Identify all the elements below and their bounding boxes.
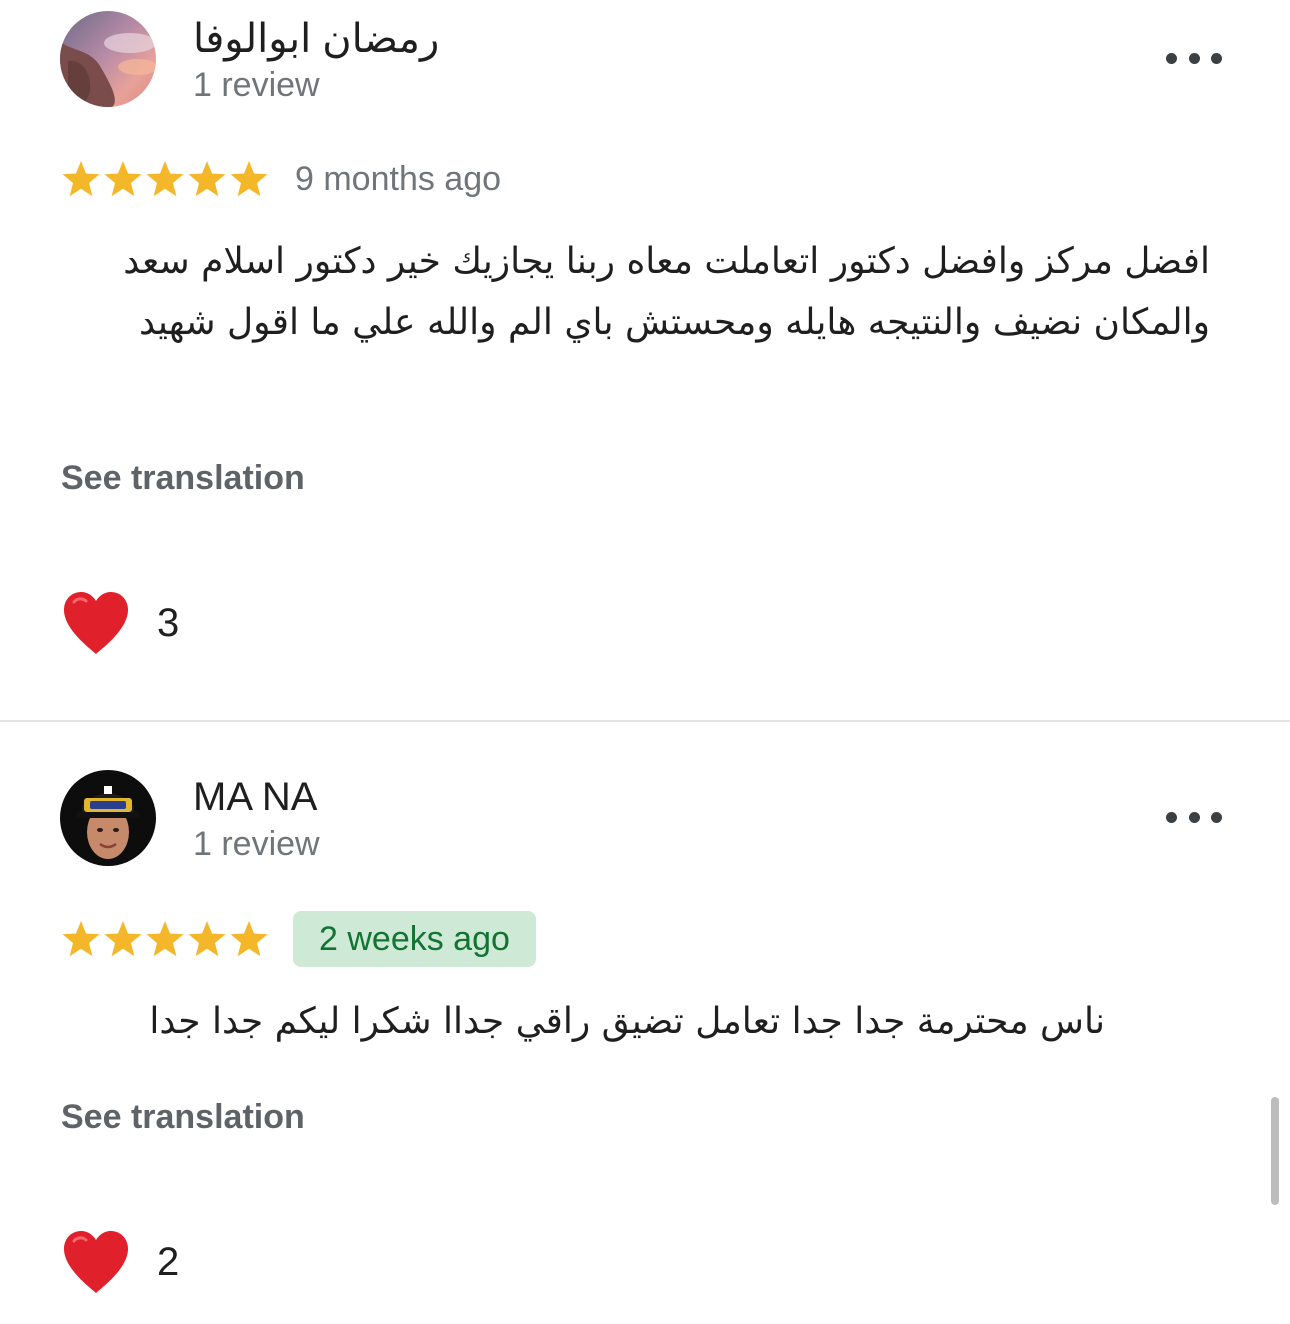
heart-icon [64,1231,128,1293]
more-dot [1188,52,1200,64]
scrollbar[interactable] [1271,1097,1279,1205]
review-card: رمضان ابوالوفا 1 review 9 months ago افض… [0,0,1290,720]
heart-icon [64,592,128,654]
more-dot [1211,811,1222,823]
review-text: ناس محترمة جدا جدا تعامل تضيق راقي جداا … [149,1001,1105,1042]
more-dot [1211,52,1222,64]
author-review-count[interactable]: 1 review [193,825,320,864]
more-options-icon[interactable] [1166,48,1222,68]
more-options-icon[interactable] [1166,807,1222,827]
avatar-photo [60,770,156,866]
avatar[interactable] [60,770,156,866]
star-icon [188,921,226,957]
more-dot [1166,811,1177,823]
see-translation-link[interactable]: See translation [61,459,305,498]
reaction-count: 3 [157,600,180,645]
star-icon [230,161,268,197]
avatar-photo [60,11,156,107]
reaction-button[interactable]: 3 [62,590,179,656]
author-name[interactable]: MA NA [193,775,317,820]
review-card: MA NA 1 review 2 weeks ago ناس محترمة جد… [0,722,1290,1324]
star-icon [104,921,142,957]
review-time-badge: 2 weeks ago [293,911,536,967]
star-icon [146,161,184,197]
star-rating [60,919,270,959]
star-icon [188,161,226,197]
author-name[interactable]: رمضان ابوالوفا [193,16,439,62]
author-review-count[interactable]: 1 review [193,66,320,105]
star-rating [60,159,270,199]
star-icon [230,921,268,957]
review-text: افضل مركز وافضل دكتور اتعاملت معاه ربنا … [123,241,1210,343]
star-icon [62,161,100,197]
star-icon [146,921,184,957]
star-icon [104,161,142,197]
review-time: 9 months ago [295,160,502,198]
see-translation-link[interactable]: See translation [61,1098,305,1137]
more-dot [1188,811,1200,823]
more-dot [1166,52,1177,64]
avatar[interactable] [60,11,156,107]
reaction-button[interactable]: 2 [62,1229,179,1295]
reaction-count: 2 [157,1239,180,1284]
star-icon [62,921,100,957]
